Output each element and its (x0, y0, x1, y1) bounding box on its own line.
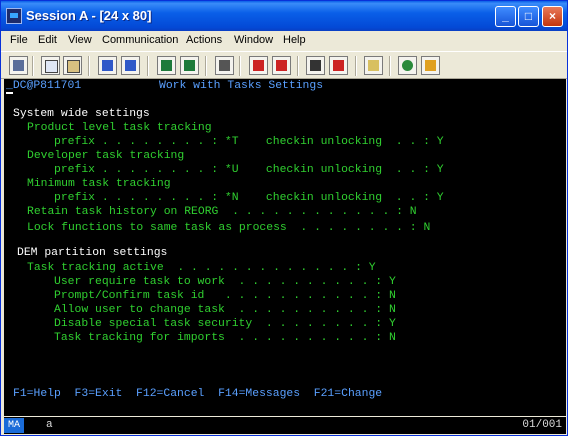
status-indicator: a (46, 419, 53, 431)
maximize-button[interactable]: □ (518, 6, 539, 27)
dem-heading: DEM partition settings (17, 247, 168, 259)
receive-icon (125, 60, 136, 71)
help-icon (425, 60, 436, 71)
product-prefix-field[interactable]: prefix . . . . . . . . : *T checkin unlo… (54, 135, 444, 149)
product-label: Product level task tracking (27, 122, 212, 134)
function-keys: F1=Help F3=Exit F12=Cancel F14=Messages … (13, 388, 383, 400)
send-icon (102, 60, 113, 71)
allow-change-task-field[interactable]: Allow user to change task . . . . . . . … (54, 303, 396, 317)
retain-history-field[interactable]: Retain task history on REORG . . . . . .… (27, 205, 417, 219)
toolbar-separator (297, 56, 299, 76)
maximize-icon: □ (524, 9, 533, 23)
toolbar-separator (205, 56, 207, 76)
menu-window[interactable]: Window (234, 34, 273, 46)
menu-actions[interactable]: Actions (186, 34, 222, 46)
toolbar-separator (389, 56, 391, 76)
macro-button[interactable] (215, 56, 234, 75)
print-screen-button[interactable] (9, 56, 28, 75)
keypad-icon (184, 60, 195, 71)
pause-macro-icon (333, 60, 344, 71)
paste-icon (67, 60, 80, 73)
toolbar-separator (147, 56, 149, 76)
display-button[interactable] (157, 56, 176, 75)
toolbar-separator (355, 56, 357, 76)
print-screen-icon (13, 60, 24, 71)
minimize-button[interactable]: _ (495, 6, 516, 27)
copy-icon (45, 60, 58, 73)
menu-communication[interactable]: Communication (102, 34, 178, 46)
status-bar: MA a 01/001 (4, 417, 566, 434)
terminal-screen[interactable]: _DC@P811701 Work with Tasks Settings Sys… (4, 79, 566, 416)
display-icon (161, 60, 172, 71)
screen-title: Work with Tasks Settings (159, 80, 324, 92)
play-macro-icon (310, 60, 321, 71)
prompt-confirm-field[interactable]: Prompt/Confirm task id . . . . . . . . .… (54, 289, 396, 303)
menu-edit[interactable]: Edit (38, 34, 57, 46)
clipboard-button[interactable] (364, 56, 383, 75)
screen-id: _DC@P811701 (6, 80, 82, 92)
mode-indicator: MA (4, 418, 24, 433)
toolbar-separator (32, 56, 34, 76)
keypad-button[interactable] (180, 56, 199, 75)
stop-macro-icon (276, 60, 287, 71)
stop-macro-button[interactable] (272, 56, 291, 75)
lock-functions-field[interactable]: Lock functions to same task as process .… (27, 221, 430, 235)
copy-button[interactable] (41, 56, 60, 75)
imports-tracking-field[interactable]: Task tracking for imports . . . . . . . … (54, 331, 396, 345)
minimum-label: Minimum task tracking (27, 178, 171, 190)
receive-button[interactable] (121, 56, 140, 75)
close-button[interactable]: × (542, 6, 563, 27)
record-macro-icon (253, 60, 264, 71)
menu-file[interactable]: File (10, 34, 28, 46)
paste-button[interactable] (63, 56, 82, 75)
system-wide-heading: System wide settings (13, 108, 150, 120)
help-button[interactable] (421, 56, 440, 75)
record-macro-button[interactable] (249, 56, 268, 75)
pause-macro-button[interactable] (329, 56, 348, 75)
globe-button[interactable] (398, 56, 417, 75)
globe-icon (402, 60, 413, 71)
toolbar (1, 51, 567, 79)
macro-icon (219, 60, 230, 71)
menu-help[interactable]: Help (283, 34, 306, 46)
developer-prefix-field[interactable]: prefix . . . . . . . . : *U checkin unlo… (54, 163, 444, 177)
task-tracking-active-field[interactable]: Task tracking active . . . . . . . . . .… (27, 261, 376, 275)
window-title: Session A - [24 x 80] (26, 8, 152, 23)
toolbar-separator (88, 56, 90, 76)
text-cursor (6, 92, 13, 94)
terminal-app-icon[interactable] (6, 8, 22, 24)
title-bar[interactable]: Session A - [24 x 80] _ □ × (1, 1, 567, 31)
developer-label: Developer task tracking (27, 150, 185, 162)
send-button[interactable] (98, 56, 117, 75)
emulator-window: Session A - [24 x 80] _ □ × File Edit Vi… (0, 0, 568, 436)
toolbar-separator (239, 56, 241, 76)
clipboard-icon (368, 60, 379, 71)
minimize-icon: _ (502, 9, 509, 23)
menu-view[interactable]: View (68, 34, 92, 46)
cursor-position: 01/001 (522, 419, 562, 431)
minimum-prefix-field[interactable]: prefix . . . . . . . . : *N checkin unlo… (54, 191, 444, 205)
user-require-task-field[interactable]: User require task to work . . . . . . . … (54, 275, 396, 289)
play-macro-button[interactable] (306, 56, 325, 75)
menu-bar: File Edit View Communication Actions Win… (1, 31, 567, 51)
disable-security-field[interactable]: Disable special task security . . . . . … (54, 317, 396, 331)
close-icon: × (548, 9, 556, 23)
